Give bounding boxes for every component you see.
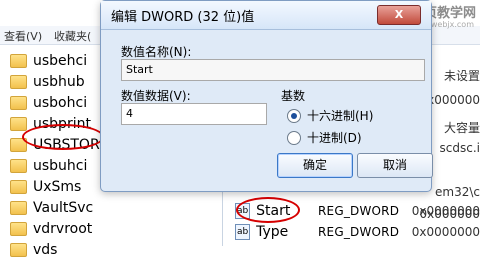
folder-icon xyxy=(10,54,27,68)
edit-dword-dialog: 编辑 DWORD (32 位)值 X 数值名称(N): Start 数值数据(V… xyxy=(100,0,433,192)
cancel-button[interactable]: 取消 xyxy=(357,153,433,178)
partial-value-4: scdsc.i xyxy=(439,141,480,155)
tree-item-label: usbehci xyxy=(33,53,88,69)
radio-dec-label: 十进制(D) xyxy=(307,131,362,145)
ok-button[interactable]: 确定 xyxy=(277,153,353,178)
folder-icon xyxy=(10,96,27,110)
partial-value-1: 未设置 xyxy=(443,69,480,83)
tree-item-vdrvroot[interactable]: vdrvroot xyxy=(10,219,92,239)
dialog-body: 数值名称(N): Start 数值数据(V): 4 基数 十六进制(H) 十进制… xyxy=(111,37,433,181)
folder-icon xyxy=(10,180,27,194)
partial-value-3: 大容量 xyxy=(443,121,480,135)
folder-icon xyxy=(10,222,27,236)
folder-icon xyxy=(10,159,27,173)
dialog-title: 编辑 DWORD (32 位)值 xyxy=(111,9,255,25)
tree-item-label: UxSms xyxy=(33,179,82,195)
radio-unselected-icon xyxy=(287,130,301,145)
base-group-label: 基数 xyxy=(281,89,306,103)
tree-item-label: vdrvroot xyxy=(33,221,93,237)
folder-icon xyxy=(10,243,27,257)
usbstor-highlight-circle xyxy=(22,124,104,150)
folder-icon xyxy=(10,201,27,215)
value-data-label: 数值数据(V): xyxy=(121,89,191,103)
radio-dec[interactable]: 十进制(D) xyxy=(287,129,362,146)
value-name-label: 数值名称(N): xyxy=(121,45,192,59)
folder-icon xyxy=(10,75,27,89)
tree-item-label: VaultSvc xyxy=(33,200,94,216)
tree-item-usbhub[interactable]: usbhub xyxy=(10,72,85,92)
tree-item-usbuhci[interactable]: usbuhci xyxy=(10,156,87,176)
dialog-titlebar: 编辑 DWORD (32 位)值 X xyxy=(101,1,431,30)
menu-view[interactable]: 查看(V) xyxy=(4,28,42,44)
folder-icon xyxy=(10,117,27,131)
start-highlight-circle xyxy=(236,197,300,223)
tree-item-label: vds xyxy=(33,242,58,258)
registry-value-data: 0x0000000 xyxy=(411,225,480,239)
registry-value-type: REG_DWORD xyxy=(318,204,400,218)
tree-item-usbehci[interactable]: usbehci xyxy=(10,51,87,71)
registry-value-type: REG_DWORD xyxy=(318,225,400,239)
registry-dword-icon: ab xyxy=(235,224,251,240)
radio-hex-label: 十六进制(H) xyxy=(307,109,374,123)
radio-hex[interactable]: 十六进制(H) xyxy=(287,107,373,124)
tree-item-vds[interactable]: vds xyxy=(10,240,57,260)
value-name-field: Start xyxy=(121,59,425,81)
registry-value-name: Type xyxy=(256,224,289,240)
close-icon[interactable]: X xyxy=(377,5,421,25)
tree-item-label: usbohci xyxy=(33,95,88,111)
tree-item-uxsms[interactable]: UxSms xyxy=(10,177,81,197)
tree-item-label: usbhub xyxy=(33,74,85,90)
tree-item-label: usbuhci xyxy=(33,158,88,174)
partial-value-5: em32\c xyxy=(435,185,480,199)
menu-favorites[interactable]: 收藏夹( xyxy=(54,28,91,44)
registry-row-type[interactable]: ab Type REG_DWORD 0x0000000 xyxy=(235,222,480,242)
tree-item-usbohci[interactable]: usbohci xyxy=(10,93,87,113)
tree-item-vaultsvc[interactable]: VaultSvc xyxy=(10,198,93,218)
radio-selected-icon xyxy=(287,108,301,123)
registry-value-data: 0x0000000 xyxy=(411,204,480,218)
value-data-field[interactable]: 4 xyxy=(121,103,267,125)
